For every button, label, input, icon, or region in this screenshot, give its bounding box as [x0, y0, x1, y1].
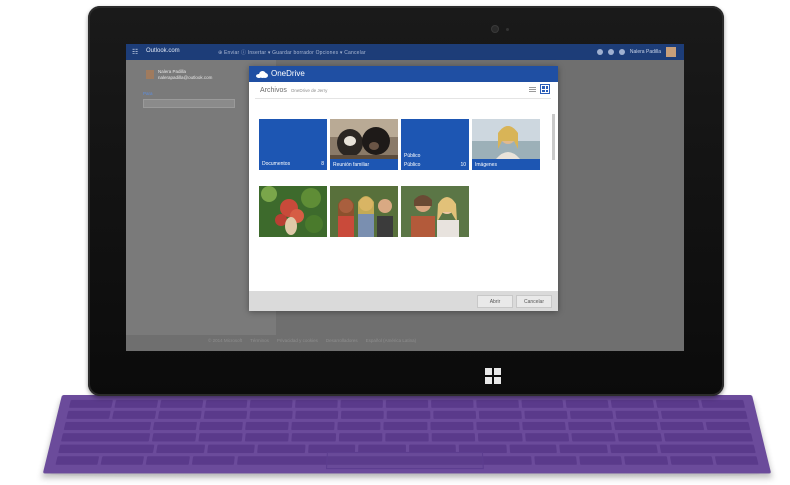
- breadcrumb: Archivos OneDrive de Jerry: [260, 87, 327, 94]
- front-camera: [492, 26, 498, 32]
- sender-email: nalerapadilla@outlook.com: [158, 75, 213, 80]
- footer-language-link[interactable]: Español (América Latina): [366, 338, 417, 343]
- breadcrumb-root[interactable]: Archivos: [260, 87, 287, 94]
- onedrive-cloud-icon: [256, 71, 268, 78]
- image-tile-flowers[interactable]: [259, 186, 327, 237]
- user-name[interactable]: Nalera Padilla: [630, 49, 661, 55]
- onedrive-picker-dialog: OneDrive Archivos OneDrive de Jerry Docu…: [249, 66, 558, 311]
- folder-tile-reunion-familiar[interactable]: Reunión familiar: [330, 119, 398, 170]
- folder-tile-publico[interactable]: Público Público 10: [401, 119, 469, 170]
- picker-title: OneDrive: [271, 69, 305, 78]
- open-button[interactable]: Abrir: [477, 295, 513, 308]
- compose-actions[interactable]: ⊕ Enviar ⓘ Insertar ▾ Guardar borrador O…: [218, 49, 366, 56]
- outlook-brand[interactable]: Outlook.com: [146, 48, 180, 54]
- group-photo: [330, 186, 398, 237]
- app-launcher-icon[interactable]: ☷: [132, 48, 138, 56]
- screen: ☷ Outlook.com ⊕ Enviar ⓘ Insertar ▾ Guar…: [126, 44, 684, 351]
- trackpad: [325, 451, 484, 470]
- image-tile-group[interactable]: [330, 186, 398, 237]
- folder-label: Imágenes: [475, 162, 497, 168]
- cancel-button[interactable]: Cancelar: [516, 295, 552, 308]
- folder-count: 8: [321, 161, 324, 167]
- footer: © 2014 Microsoft Términos Privacidad y c…: [208, 338, 416, 343]
- sender-avatar: [146, 70, 154, 79]
- folder-label: Documentos: [262, 161, 291, 167]
- dialog-button-bar: Abrir Cancelar: [249, 291, 558, 311]
- couple-photo: [401, 186, 469, 237]
- breadcrumb-current: OneDrive de Jerry: [290, 88, 328, 93]
- folder-tile-documentos[interactable]: Documentos 8: [259, 119, 327, 170]
- folder-label: Público: [404, 153, 421, 159]
- sender-name: Nalera Padilla: [158, 69, 187, 74]
- flowers-photo: [259, 186, 327, 237]
- sensor: [506, 28, 509, 31]
- chat-icon[interactable]: [607, 49, 614, 55]
- outlook-topbar: ☷ Outlook.com ⊕ Enviar ⓘ Insertar ▾ Guar…: [126, 44, 684, 60]
- gear-icon[interactable]: [618, 49, 625, 55]
- type-cover-keyboard: [42, 395, 772, 474]
- to-label: Para: [143, 91, 153, 96]
- folder-label: Reunión familiar: [333, 162, 370, 168]
- grid-view-icon[interactable]: [540, 84, 550, 94]
- footer-terms-link[interactable]: Términos: [250, 338, 269, 343]
- footer-privacy-link[interactable]: Privacidad y cookies: [277, 338, 318, 343]
- folder-tile-imagenes[interactable]: Imágenes: [472, 119, 540, 170]
- folder-sublabel: Público: [404, 162, 421, 168]
- list-view-icon[interactable]: [529, 86, 536, 93]
- refresh-icon[interactable]: [596, 49, 603, 55]
- folder-count: 10: [460, 162, 466, 168]
- image-tile-couple[interactable]: [401, 186, 469, 237]
- avatar[interactable]: [666, 47, 676, 57]
- picker-header: OneDrive: [249, 66, 558, 82]
- windows-logo-icon[interactable]: [485, 368, 501, 384]
- to-field[interactable]: [143, 99, 235, 108]
- footer-copyright: © 2014 Microsoft: [208, 338, 243, 343]
- divider: [255, 98, 551, 99]
- scrollbar[interactable]: [552, 114, 555, 160]
- footer-developers-link[interactable]: Desarrolladores: [326, 338, 358, 343]
